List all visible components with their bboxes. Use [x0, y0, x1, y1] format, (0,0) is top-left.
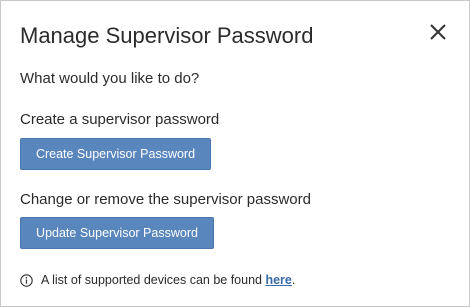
create-supervisor-password-button[interactable]: Create Supervisor Password [20, 138, 211, 170]
update-section-label: Change or remove the supervisor password [20, 191, 311, 208]
close-icon [426, 20, 450, 44]
dialog-question: What would you like to do? [20, 70, 200, 87]
info-icon [20, 273, 33, 287]
update-supervisor-password-button[interactable]: Update Supervisor Password [20, 217, 214, 249]
manage-password-dialog: Manage Supervisor Password What would yo… [0, 0, 470, 307]
info-suffix: . [291, 273, 296, 287]
supported-devices-info: A list of supported devices can be found… [20, 271, 295, 289]
close-button[interactable] [426, 20, 450, 44]
supported-devices-link[interactable]: here [265, 271, 291, 289]
create-section-label: Create a supervisor password [20, 111, 220, 128]
dialog-title: Manage Supervisor Password [20, 23, 314, 48]
info-text: A list of supported devices can be found [41, 273, 266, 287]
